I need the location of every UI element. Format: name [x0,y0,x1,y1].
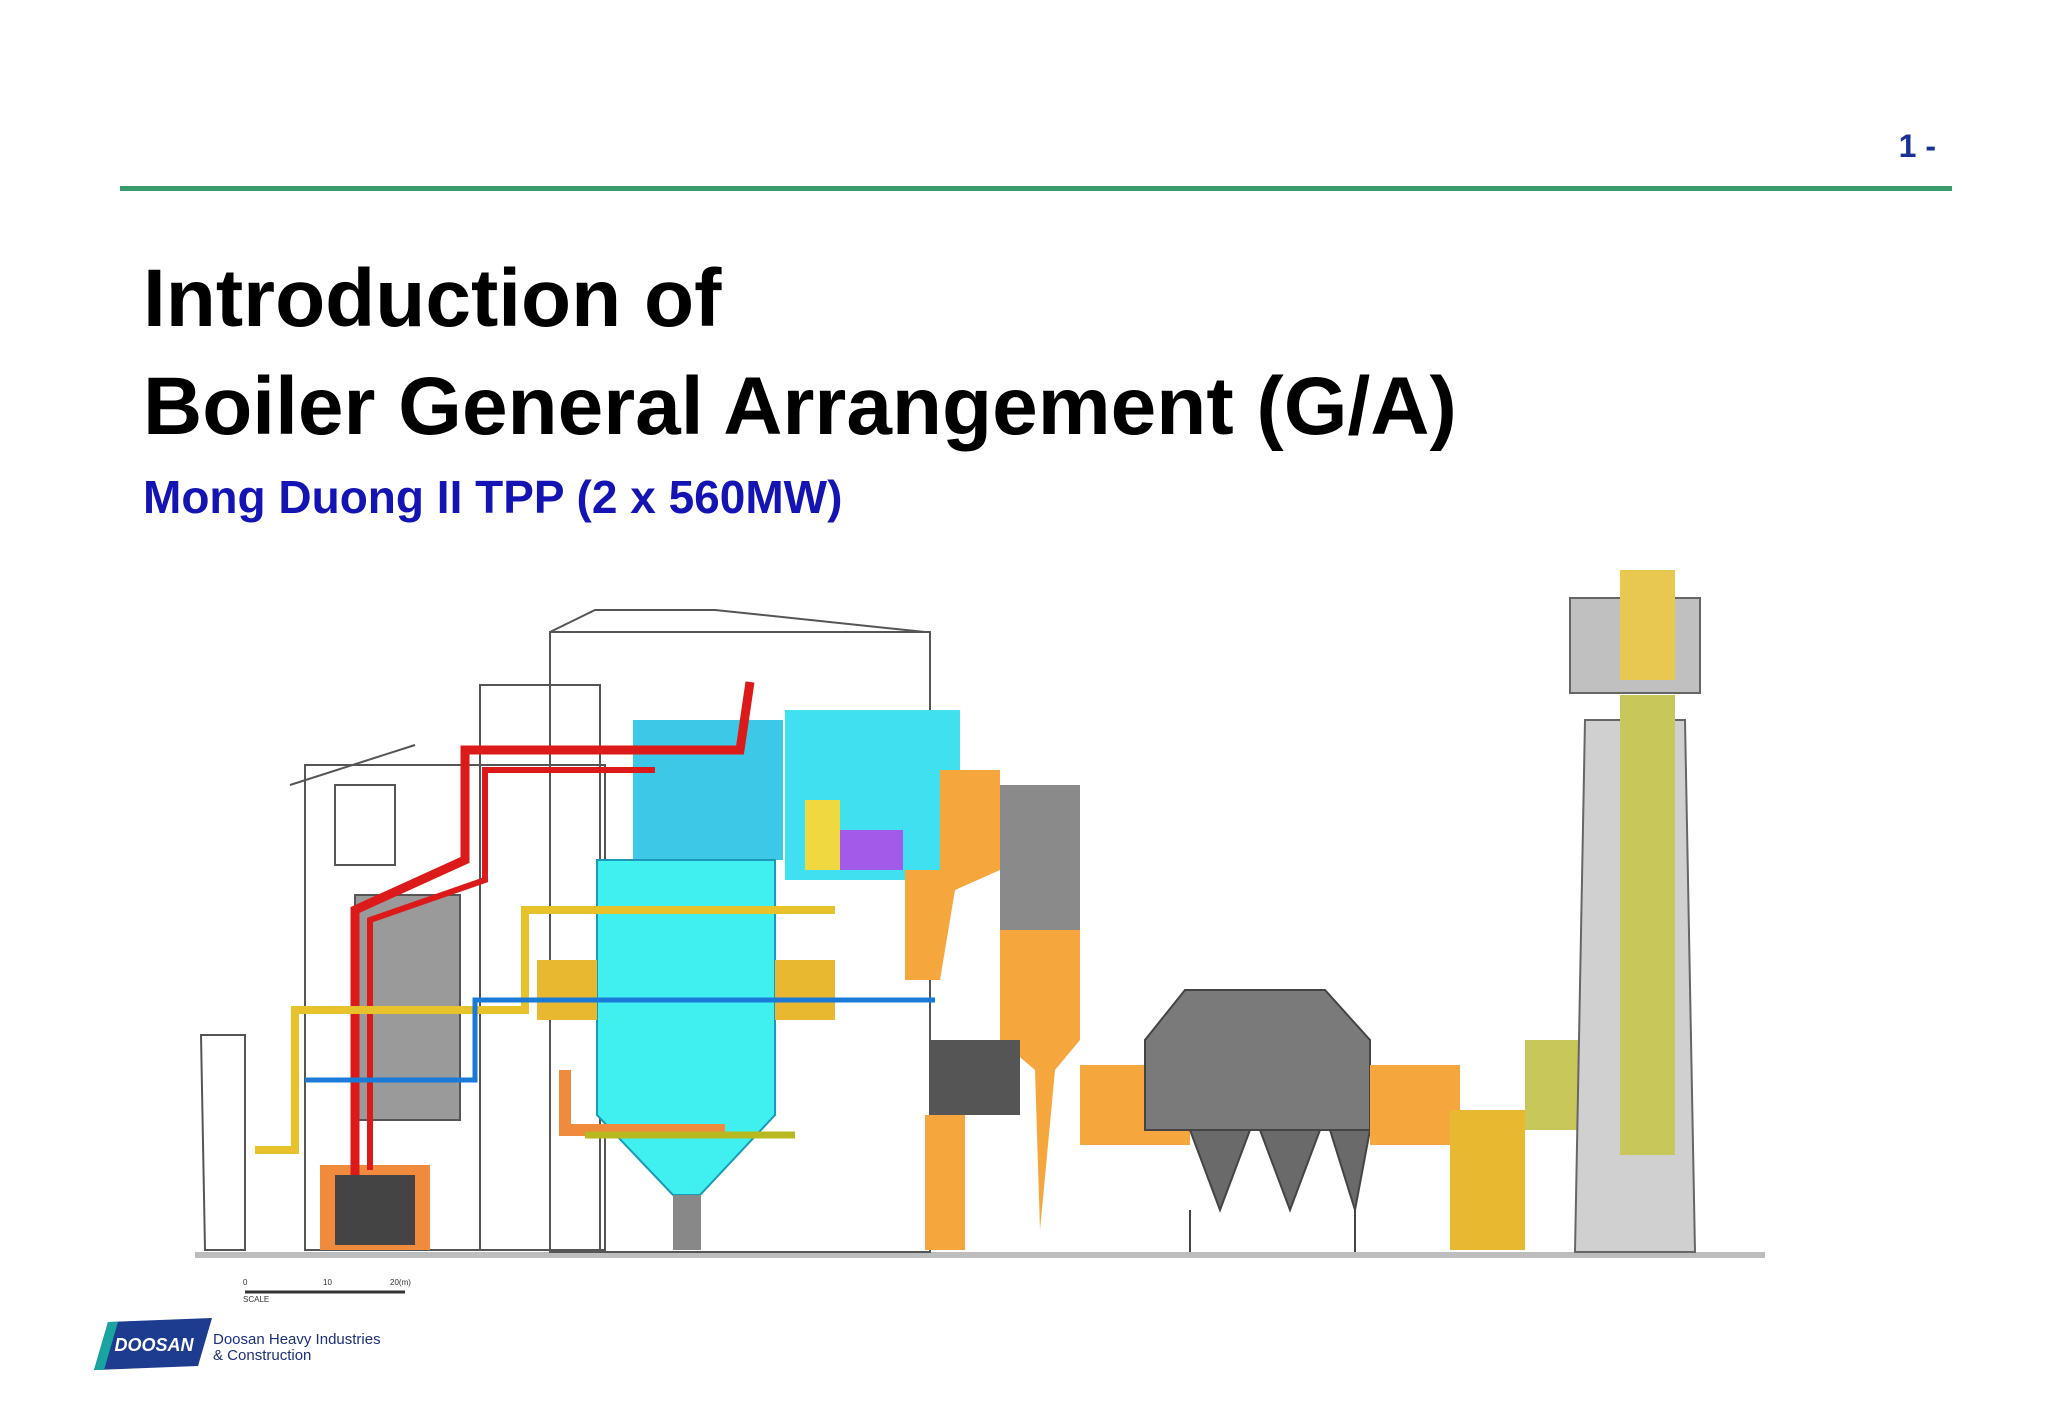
bottom-ash-hopper [673,1195,701,1250]
company-name-line-2: & Construction [213,1347,312,1364]
burners-left [537,960,597,1020]
title-line-2: Boiler General Arrangement (G/A) [143,361,1457,452]
header-rule [120,186,1952,191]
scale-tick-0: 0 [243,1278,248,1287]
slide: 1 - Introduction of Boiler General Arran… [0,0,2048,1418]
scr-reactor [1000,785,1080,930]
company-name-line-1: Doosan Heavy Industries [213,1331,381,1348]
left-building [199,1034,246,1251]
burners-right [775,960,835,1020]
reheater [805,800,840,870]
title-line-1: Introduction of [143,253,722,344]
id-fan [1450,1110,1525,1250]
doosan-logo: DOOSAN [94,1318,212,1370]
precipitator [1144,989,1372,1252]
boiler-ga-drawing: SCALE 0 10 20(m) [195,570,1765,1304]
scale-label: SCALE [243,1295,269,1304]
air-heater [930,1040,1020,1115]
stack-liner [1620,695,1675,1155]
ground-line [195,1252,1765,1258]
scale-bar: SCALE 0 10 20(m) [243,1278,411,1304]
company-name: Doosan Heavy Industries & Construction [213,1332,381,1364]
id-fan-duct [1370,1065,1460,1145]
stack-liner-top [1620,570,1675,680]
page-number: 1 - [1898,128,1936,164]
logo-wordmark: DOOSAN [114,1335,194,1355]
air-heater-duct [925,1115,965,1250]
mill-body [335,1175,415,1245]
subtitle: Mong Duong II TPP (2 x 560MW) [143,471,843,523]
scale-tick-10: 10 [323,1278,332,1287]
scale-tick-20: 20(m) [390,1278,411,1287]
upper-furnace [633,720,783,860]
